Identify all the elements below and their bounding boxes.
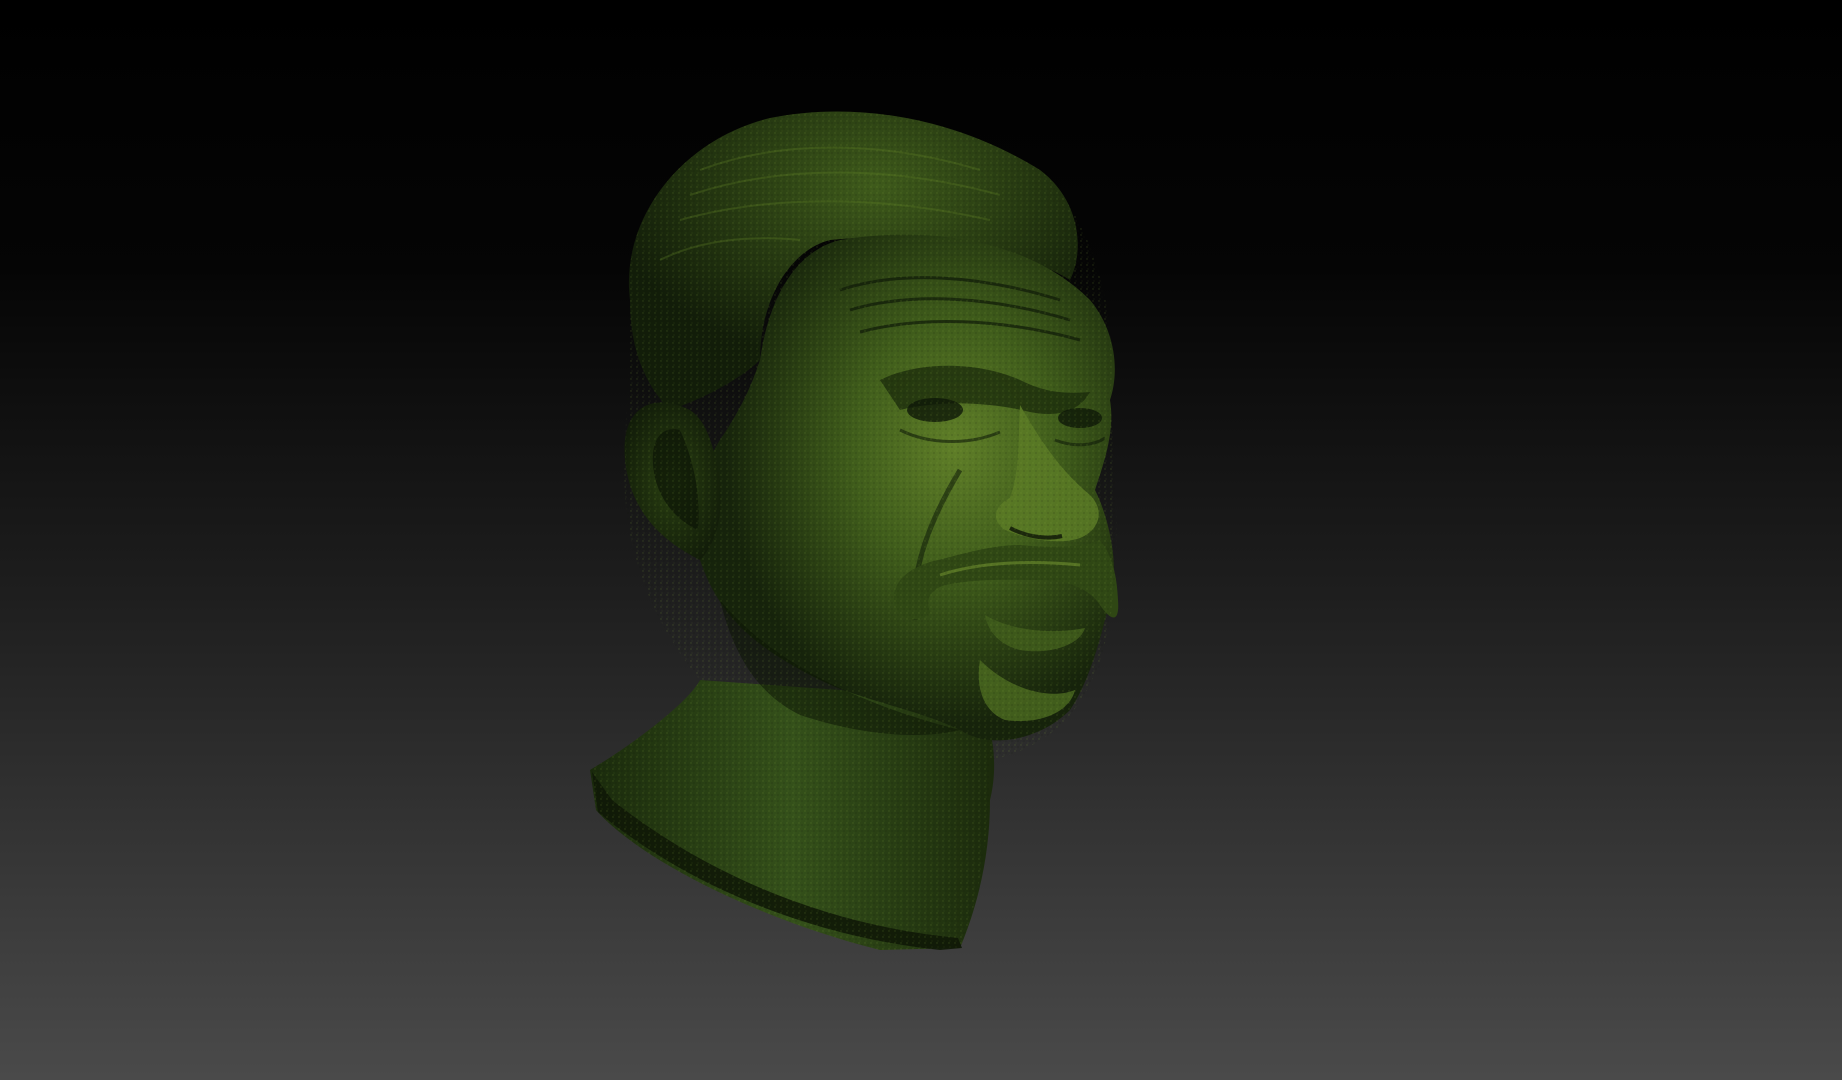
viewport-canvas[interactable] <box>0 0 1842 1080</box>
sculpt-viewport[interactable] <box>0 0 1842 1080</box>
